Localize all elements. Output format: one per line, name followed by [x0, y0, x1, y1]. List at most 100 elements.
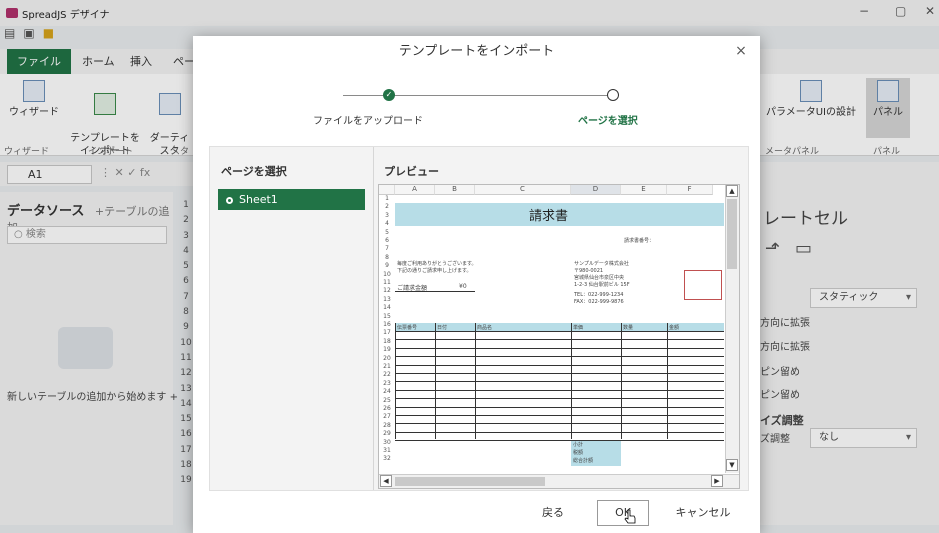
table-header-qty: 数量: [623, 325, 634, 331]
scroll-up-icon[interactable]: ▲: [726, 185, 738, 197]
scroll-right-icon[interactable]: ▶: [711, 475, 723, 487]
amount-underline: [395, 291, 475, 292]
preview-row-number: 6: [385, 237, 389, 244]
table-row-line: [395, 398, 724, 400]
col-header-a: A: [395, 185, 435, 195]
col-header-b: B: [435, 185, 475, 195]
step-done-check-icon: ✓: [383, 89, 395, 101]
preview-row-number: 30: [383, 438, 391, 446]
invoice-number-label: 請求書番号：: [624, 238, 655, 244]
greeting-2: 下記の通りご請求申し上げます。: [397, 268, 472, 274]
table-header-slip: 伝票番号: [397, 325, 418, 331]
table-row-line: [395, 389, 724, 391]
preview-row-number: 14: [383, 304, 391, 312]
preview-vertical-scrollbar[interactable]: ▲ ▼: [725, 185, 739, 473]
table-row-line: [395, 415, 724, 416]
corner-cell: [379, 185, 395, 195]
preview-row-number: 17: [383, 329, 391, 337]
preview-pane: プレビュー A B C D E F 請求書 請求書番号： 毎度ご利用ありがとうご…: [373, 147, 748, 490]
preview-row-number: 7: [385, 245, 389, 253]
table-column-line: [395, 323, 396, 439]
company-name: サンプルデータ株式会社: [574, 261, 629, 267]
tax-label: 税額: [573, 450, 584, 456]
scroll-left-icon[interactable]: ◀: [380, 475, 392, 487]
table-header-price: 単価: [573, 325, 584, 331]
step-line-left: [343, 95, 385, 96]
preview-row-number: 11: [383, 279, 391, 286]
table-column-line: [475, 323, 476, 439]
step-upload-label: ファイルをアップロード: [313, 116, 423, 127]
preview-row-number: 25: [383, 396, 391, 404]
ok-button[interactable]: OK: [597, 500, 649, 526]
preview-row-number: 12: [383, 287, 391, 295]
table-row-line: [395, 381, 724, 383]
page-select-title: ページを選択: [221, 165, 287, 178]
table-row-line: [395, 331, 724, 332]
preview-row-number: 32: [383, 455, 391, 463]
sheet-item-sheet1[interactable]: Sheet1: [218, 189, 365, 210]
col-header-f: F: [667, 185, 713, 195]
preview-row-number: 27: [383, 413, 391, 421]
company-fax: FAX：022-999-9876: [574, 299, 624, 305]
preview-row-number: 1: [385, 195, 389, 202]
preview-row-number: 15: [383, 312, 391, 320]
import-template-dialog: テンプレートをインポート × ✓ ファイルをアップロード ページを選択 ページを…: [193, 36, 760, 533]
preview-row-number: 24: [383, 388, 391, 396]
preview-row-number: 13: [383, 295, 391, 303]
company-address-2: 1-2-3 仙台駅前ビル 15F: [574, 282, 630, 288]
table-header-amount: 金額: [669, 325, 680, 331]
company-address-1: 宮城県仙台市泉区中央: [574, 275, 625, 281]
preview-row-number: 19: [383, 346, 391, 354]
invoice-heading: 請求書: [529, 209, 569, 224]
dialog-title: テンプレートをインポート: [398, 44, 555, 59]
preview-row-number: 22: [383, 371, 391, 379]
col-header-e: E: [621, 185, 667, 195]
subtotal-label: 小計: [573, 442, 584, 448]
cancel-button[interactable]: キャンセル: [663, 500, 743, 526]
preview-row-number: 31: [383, 447, 391, 454]
preview-row-number: 9: [385, 262, 389, 270]
preview-title: プレビュー: [384, 165, 439, 178]
vertical-scroll-thumb[interactable]: [727, 199, 737, 269]
table-row-line: [395, 423, 724, 425]
preview-row-number: 21: [383, 363, 391, 370]
preview-row-number: 3: [385, 211, 389, 219]
dialog-close-button[interactable]: ×: [732, 42, 750, 60]
col-header-c: C: [475, 185, 571, 195]
table-column-line: [667, 323, 668, 439]
table-header-date: 日付: [437, 325, 448, 331]
preview-row-number: 8: [385, 253, 389, 261]
horizontal-scroll-thumb[interactable]: [395, 477, 545, 486]
preview-row-number: 20: [383, 354, 391, 362]
table-row-line: [395, 347, 724, 349]
step-line-middle: [391, 95, 609, 96]
step-select-page-label: ページを選択: [578, 116, 638, 127]
amount-value: ¥0: [459, 283, 467, 290]
table-row-line: [395, 364, 724, 366]
hand-cursor-icon: [624, 509, 636, 524]
preview-spreadsheet: A B C D E F 請求書 請求書番号： 毎度ご利用ありがとうございます。 …: [378, 184, 740, 489]
table-row-line: [395, 339, 724, 341]
company-seal: [684, 270, 722, 300]
preview-row-number: 10: [383, 270, 391, 278]
step-active-dot: [607, 89, 619, 101]
preview-row-number: 18: [383, 337, 391, 345]
table-row-line: [395, 406, 724, 408]
preview-horizontal-scrollbar[interactable]: ◀ ▶: [379, 474, 739, 488]
greeting-1: 毎度ご利用ありがとうございます。: [397, 261, 477, 267]
preview-row-number: 5: [385, 228, 389, 236]
table-row-line: [395, 373, 724, 374]
company-postal: 〒980-0021: [574, 268, 604, 274]
preview-row-number: 26: [383, 405, 391, 412]
scroll-down-icon[interactable]: ▼: [726, 459, 738, 471]
table-row-line: [395, 440, 724, 442]
back-button[interactable]: 戻る: [529, 500, 577, 526]
total-label: 総合計額: [573, 458, 594, 464]
table-row-line: [395, 431, 724, 433]
table-column-line: [621, 323, 622, 439]
preview-row-number: 2: [385, 203, 389, 211]
preview-grid: A B C D E F 請求書 請求書番号： 毎度ご利用ありがとうございます。 …: [379, 185, 724, 473]
preview-row-number: 4: [385, 220, 389, 228]
table-header-product: 商品名: [477, 325, 493, 331]
page-select-pane: ページを選択 Sheet1: [210, 147, 370, 490]
